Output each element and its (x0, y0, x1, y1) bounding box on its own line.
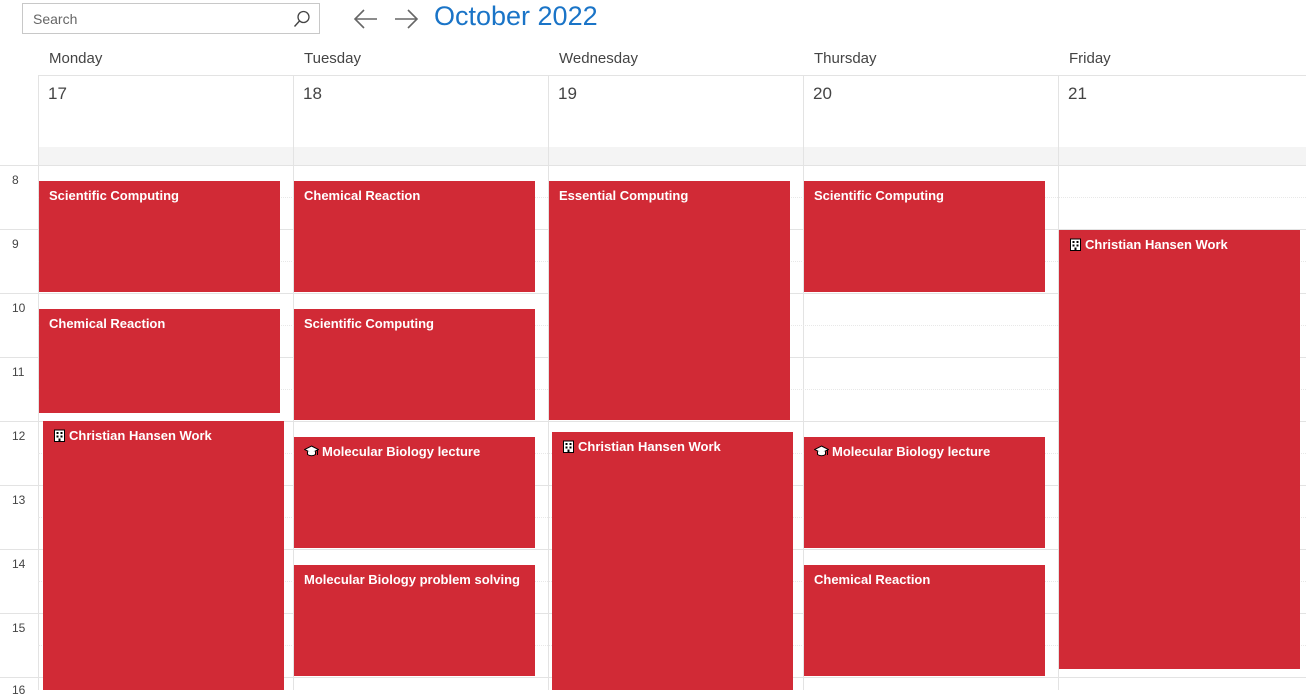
event-card[interactable]: Molecular Biology lecture (804, 437, 1045, 548)
arrow-right-icon[interactable] (393, 7, 419, 31)
all-day-band (38, 147, 1306, 165)
event-title: Chemical Reaction (814, 572, 931, 587)
event-title: Christian Hansen Work (578, 439, 721, 454)
hour-line (0, 165, 1306, 166)
hour-label: 16 (12, 683, 26, 697)
graduation-cap-icon (304, 445, 319, 457)
event-card[interactable]: Christian Hansen Work (43, 421, 284, 690)
event-title: Scientific Computing (304, 316, 434, 331)
building-icon (563, 440, 574, 453)
event-card[interactable]: Molecular Biology problem solving (294, 565, 535, 676)
event-card[interactable]: Molecular Biology lecture (294, 437, 535, 548)
event-card[interactable]: Scientific Computing (294, 309, 535, 420)
event-title: Chemical Reaction (304, 188, 421, 203)
event-card[interactable]: Essential Computing (549, 181, 790, 420)
date-number[interactable]: 20 (813, 84, 832, 104)
hour-label: 13 (12, 493, 26, 507)
graduation-cap-icon (814, 445, 829, 457)
event-title: Molecular Biology lecture (832, 444, 991, 459)
date-number[interactable]: 18 (303, 84, 322, 104)
event-title: Scientific Computing (814, 188, 944, 203)
event-card[interactable]: Christian Hansen Work (552, 432, 793, 690)
hour-label: 9 (12, 237, 19, 251)
date-number[interactable]: 21 (1068, 84, 1087, 104)
day-header-tuesday: Tuesday (304, 50, 361, 67)
search-box[interactable] (22, 3, 320, 34)
event-card[interactable]: Chemical Reaction (804, 565, 1045, 676)
event-title: Christian Hansen Work (1085, 237, 1228, 252)
day-header-thursday: Thursday (814, 50, 877, 67)
event-card[interactable]: Christian Hansen Work (1059, 230, 1300, 669)
day-header-friday: Friday (1069, 50, 1111, 67)
day-header-wednesday: Wednesday (559, 50, 638, 67)
event-title: Molecular Biology problem solving (304, 572, 520, 587)
date-number[interactable]: 19 (558, 84, 577, 104)
hour-label: 14 (12, 557, 26, 571)
building-icon (54, 429, 65, 442)
search-input[interactable] (33, 9, 283, 29)
hour-label: 10 (12, 301, 26, 315)
hour-label: 12 (12, 429, 26, 443)
event-card[interactable]: Chemical Reaction (39, 309, 280, 413)
event-title: Scientific Computing (49, 188, 179, 203)
event-card[interactable]: Scientific Computing (39, 181, 280, 292)
day-header-monday: Monday (49, 50, 103, 67)
arrow-left-icon[interactable] (353, 7, 379, 31)
hour-label: 11 (12, 365, 25, 379)
event-title: Christian Hansen Work (69, 428, 212, 443)
event-title: Molecular Biology lecture (322, 444, 481, 459)
event-title: Essential Computing (559, 188, 689, 203)
header-divider (38, 75, 1306, 76)
event-title: Chemical Reaction (49, 316, 166, 331)
building-icon (1070, 238, 1081, 251)
hour-label: 15 (12, 621, 26, 635)
event-card[interactable]: Chemical Reaction (294, 181, 535, 292)
hour-label: 8 (12, 173, 19, 187)
date-number[interactable]: 17 (48, 84, 67, 104)
event-card[interactable]: Scientific Computing (804, 181, 1045, 292)
search-icon[interactable] (293, 10, 311, 28)
month-title[interactable]: October 2022 (434, 1, 598, 32)
